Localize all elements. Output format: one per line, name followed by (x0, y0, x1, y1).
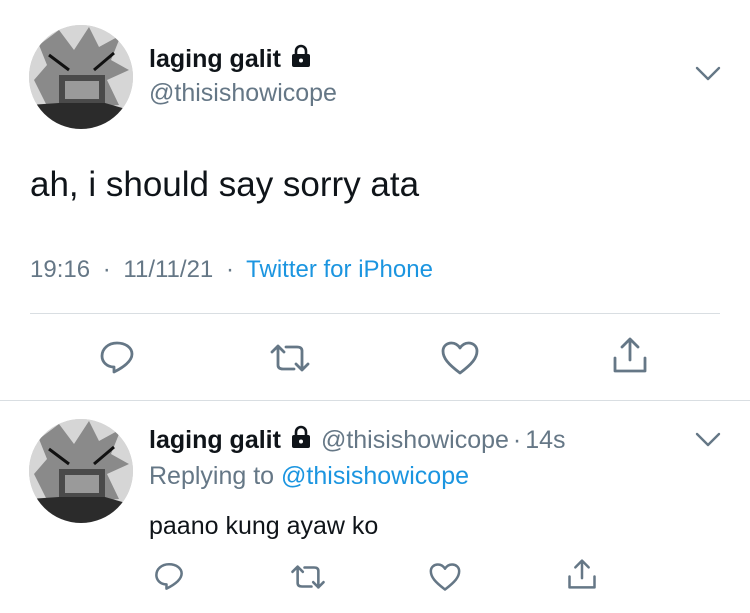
reply-share-button[interactable] (567, 558, 597, 590)
retweet-icon (289, 564, 327, 590)
reply-retweet-button[interactable] (289, 564, 327, 590)
share-icon (612, 336, 648, 374)
like-icon (440, 340, 480, 376)
reply-avatar[interactable] (29, 419, 133, 523)
retweet-button[interactable] (268, 343, 312, 373)
reply-chevron-down-icon[interactable] (694, 430, 722, 450)
retweet-icon (268, 343, 312, 373)
chevron-down-icon[interactable] (694, 64, 722, 84)
divider (30, 313, 720, 314)
reply-header: laging galit @thisishowicope · 14s (149, 423, 566, 457)
tweet-source-link[interactable]: Twitter for iPhone (246, 256, 433, 283)
replying-to: Replying to @thisishowicope (149, 462, 469, 491)
like-button[interactable] (440, 340, 480, 376)
reply-separator: · (512, 425, 522, 454)
tweet-text: ah, i should say sorry ata (30, 165, 420, 204)
tweet-time: 19:16 (30, 256, 91, 283)
lock-icon (290, 44, 312, 75)
reply-icon (153, 560, 185, 592)
meta-separator-2: · (225, 256, 234, 283)
reply-handle[interactable]: @thisishowicope (321, 426, 509, 455)
avatar[interactable] (29, 25, 133, 129)
tweet-meta: 19:16 · 11/11/21 · Twitter for iPhone (30, 256, 433, 284)
reply-text: paano kung ayaw ko (149, 512, 379, 540)
display-name-text: laging galit (149, 44, 281, 73)
reply-like-button[interactable] (428, 562, 462, 592)
replying-to-handle-link[interactable]: @thisishowicope (281, 462, 469, 490)
replying-to-label: Replying to (149, 462, 275, 490)
reply-lock-icon (290, 425, 312, 456)
share-icon (567, 558, 597, 590)
divider-full (0, 400, 750, 401)
reply-icon (98, 339, 136, 375)
like-icon (428, 562, 462, 592)
reply-display-name[interactable]: laging galit (149, 426, 281, 455)
reply-button[interactable] (98, 339, 136, 375)
meta-separator: · (102, 256, 111, 283)
tweet-date: 11/11/21 (123, 256, 214, 283)
share-button[interactable] (612, 336, 648, 374)
reply-reply-button[interactable] (153, 560, 185, 592)
reply-age: 14s (525, 425, 566, 454)
handle[interactable]: @thisishowicope (149, 79, 337, 108)
display-name[interactable]: laging galit (149, 42, 312, 76)
